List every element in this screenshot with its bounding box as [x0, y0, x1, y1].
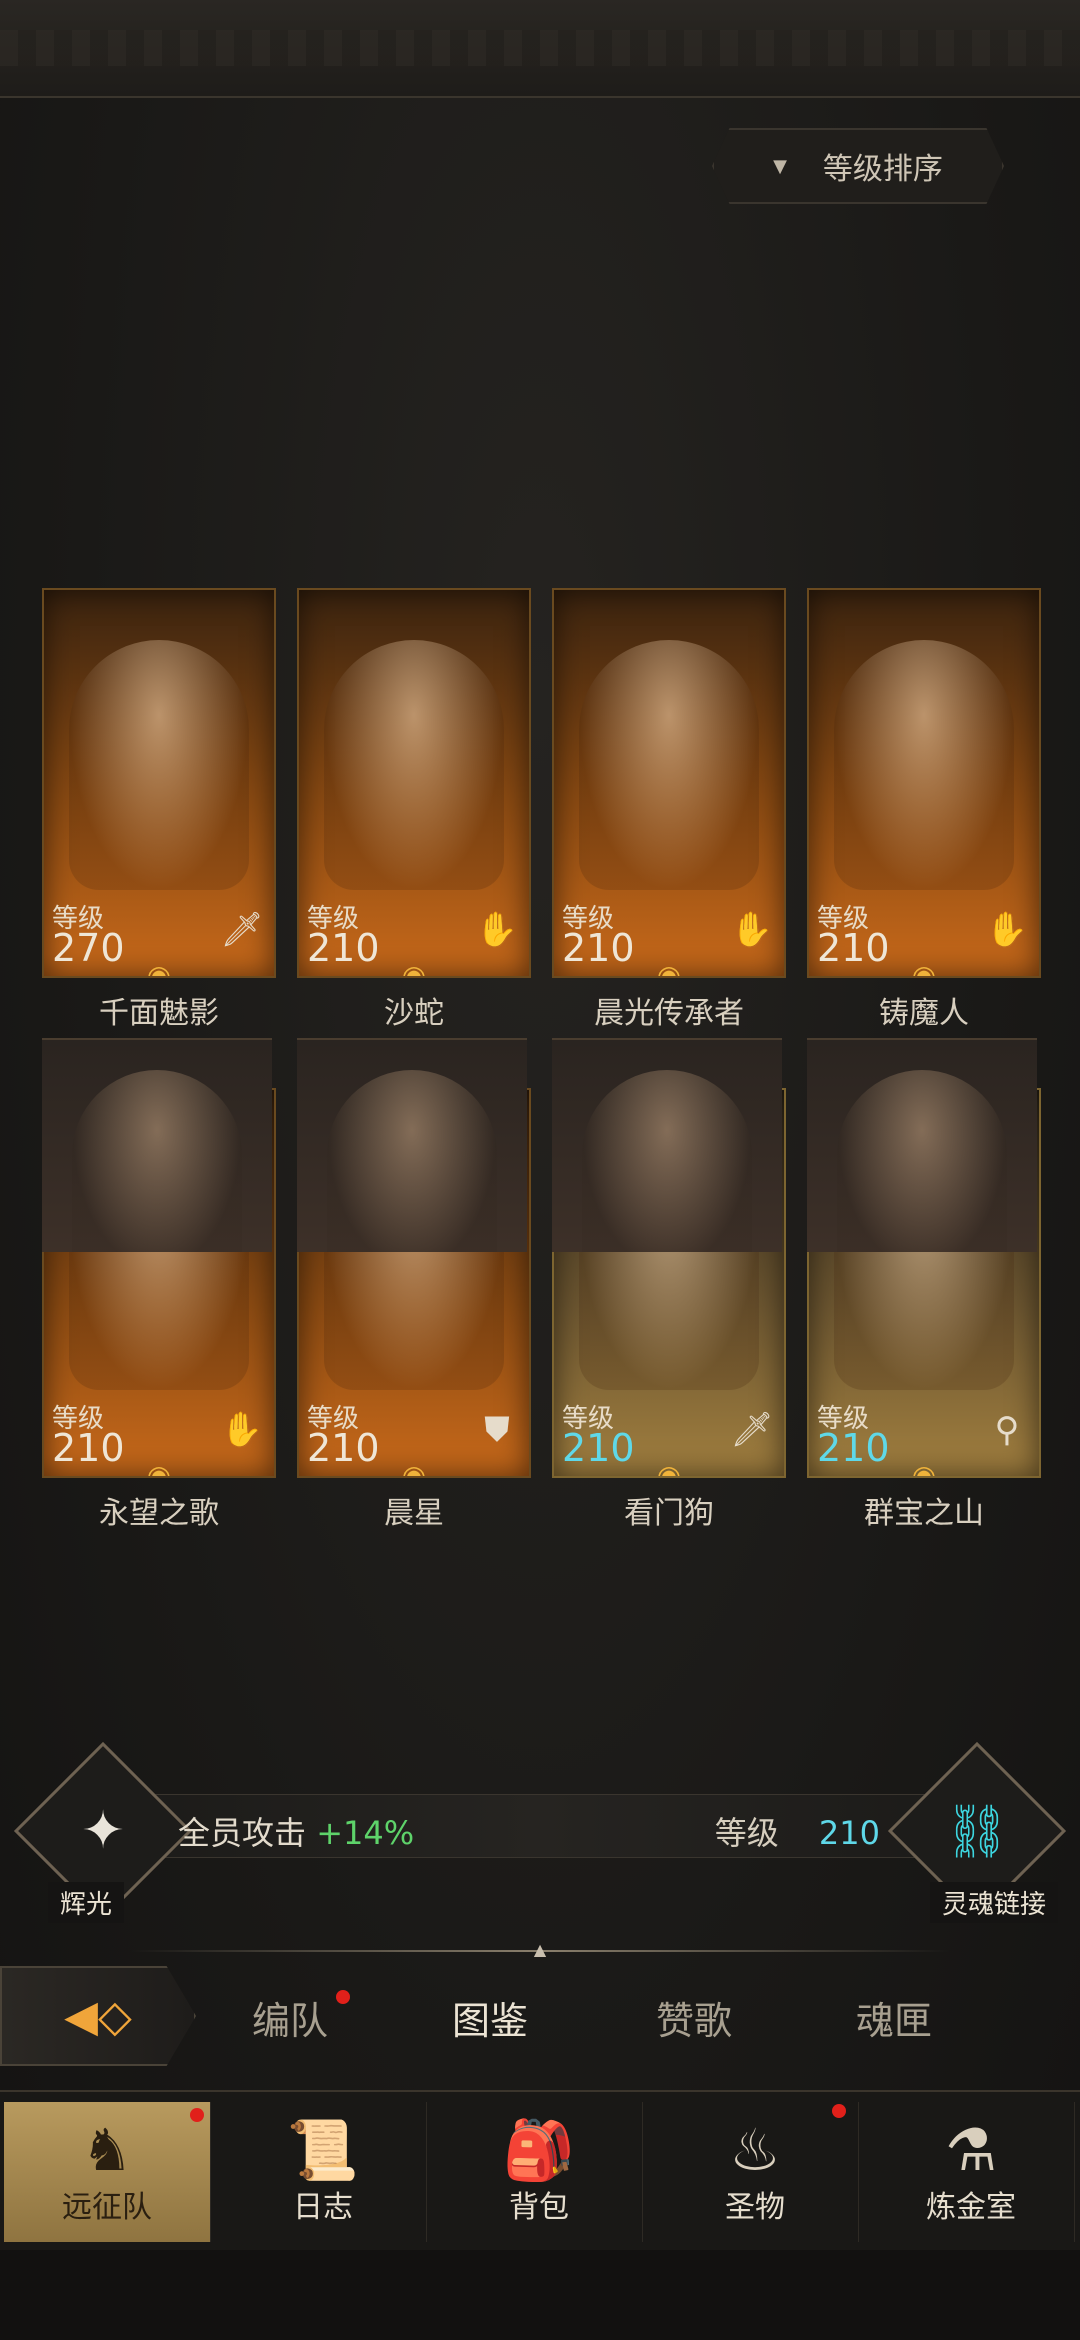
back-button[interactable]: ◀◇	[0, 1966, 196, 2066]
radiance-icon: ✦	[81, 1801, 125, 1861]
hero-name: 看门狗	[624, 1496, 714, 1531]
hero-portrait	[69, 640, 249, 890]
hero-card[interactable]: 等级 210 ✋ ◉ 铸魔人	[807, 588, 1041, 1032]
hero-card-partial[interactable]	[42, 1038, 272, 1252]
dropdown-arrow-icon: ▼	[773, 155, 787, 177]
hero-portrait	[327, 1070, 497, 1252]
hero-card[interactable]: 等级 210 ✋ ◉ 沙蛇	[297, 588, 531, 1032]
tab-codex[interactable]: 图鉴	[452, 1990, 528, 2045]
hero-name: 铸魔人	[879, 996, 969, 1031]
team-attack-value: +14%	[316, 1814, 415, 1852]
tab-bar: ◀◇ 编队 图鉴 赞歌 魂匣	[0, 1966, 1080, 2066]
hero-name: 永望之歌	[99, 1496, 219, 1531]
bottom-nav: ♞ 远征队 📜 日志 🎒 背包 ♨ 圣物 ⚗ 炼金室	[0, 2090, 1080, 2252]
hero-level-value: 210	[817, 926, 890, 970]
nav-label: 日志	[293, 2190, 353, 2225]
hero-portrait	[837, 1070, 1007, 1252]
hand-icon: ✋	[730, 910, 774, 950]
hero-level-value: 210	[307, 1426, 380, 1470]
nav-backpack[interactable]: 🎒 背包	[436, 2102, 643, 2242]
hero-frame: 等级 270 🗡 ◉	[42, 588, 276, 978]
torch-icon: ♨	[729, 2116, 781, 2184]
hero-frame: 等级 210 ✋ ◉	[297, 588, 531, 978]
alchemy-icon: ⚗	[945, 2116, 997, 2184]
nav-label: 炼金室	[926, 2190, 1016, 2225]
star-gem-icon: ◉	[656, 1459, 682, 1478]
hero-name: 群宝之山	[864, 1496, 984, 1531]
staff-icon: ⚲	[994, 1410, 1020, 1450]
hero-frame: 等级 210 ✋ ◉	[807, 588, 1041, 978]
hero-card[interactable]: 等级 210 ✋ ◉ 晨光传承者	[552, 588, 786, 1032]
soul-link-label: 灵魂链接	[929, 1882, 1058, 1923]
soul-link-level-value: 210	[818, 1814, 880, 1852]
sort-by-level-button[interactable]: ▼ 等级排序	[712, 128, 1004, 204]
star-gem-icon: ◉	[911, 1459, 937, 1478]
radiance-label: 辉光	[48, 1882, 125, 1923]
hero-level-value: 210	[562, 926, 635, 970]
divider-notch-icon: ▲	[533, 1940, 547, 1959]
bonus-stat-bar: ✦ 辉光 全员攻击 +14% 等级 210 ⛓ 灵魂链接	[0, 1741, 1080, 1923]
hero-card-partial[interactable]	[297, 1038, 527, 1252]
hero-level-value: 210	[817, 1426, 890, 1470]
hand-icon: ✋	[220, 1410, 264, 1450]
star-gem-icon: ◉	[656, 959, 682, 978]
nav-label: 远征队	[62, 2190, 152, 2225]
backpack-icon: 🎒	[502, 2116, 576, 2184]
nav-relics[interactable]: ♨ 圣物	[652, 2102, 859, 2242]
chain-link-icon: ⛓	[943, 1801, 1010, 1862]
hero-level-value: 210	[307, 926, 380, 970]
hero-name: 沙蛇	[384, 996, 444, 1031]
nav-label: 背包	[509, 2190, 569, 2225]
top-frame	[0, 0, 1080, 98]
team-attack-label: 全员攻击	[178, 1814, 307, 1852]
tab-soul-box[interactable]: 魂匣	[856, 1990, 932, 2045]
back-arrow-icon: ◀◇	[64, 1990, 132, 2042]
hero-level-value: 270	[52, 926, 125, 970]
star-gem-icon: ◉	[146, 959, 172, 978]
hand-icon: ✋	[985, 910, 1029, 950]
star-gem-icon: ◉	[401, 959, 427, 978]
hero-card[interactable]: 等级 270 🗡 ◉ 千面魅影	[42, 588, 276, 1032]
shield-icon: ⛊	[484, 1410, 510, 1450]
star-gem-icon: ◉	[146, 1459, 172, 1478]
formation-badge	[336, 1990, 350, 2004]
hero-level-value: 210	[52, 1426, 125, 1470]
hero-name: 千面魅影	[99, 996, 219, 1031]
hero-portrait	[579, 640, 759, 890]
hero-level-value: 210	[562, 1426, 635, 1470]
hero-name: 晨星	[384, 1496, 444, 1531]
system-bar	[0, 2250, 1080, 2340]
hero-portrait	[72, 1070, 242, 1252]
tab-hymn[interactable]: 赞歌	[656, 1990, 732, 2045]
sword-icon: 🗡	[730, 1410, 774, 1450]
nav-journal[interactable]: 📜 日志	[220, 2102, 427, 2242]
nav-label: 圣物	[725, 2190, 785, 2225]
sort-button-label: 等级排序	[822, 152, 943, 187]
star-gem-icon: ◉	[401, 1459, 427, 1478]
hero-name: 晨光传承者	[594, 996, 744, 1031]
soul-link-level: 等级 210	[715, 1808, 880, 1854]
star-gem-icon: ◉	[911, 959, 937, 978]
scroll-icon: 📜	[286, 2116, 360, 2184]
hero-frame: 等级 210 ✋ ◉	[552, 588, 786, 978]
hero-portrait	[582, 1070, 752, 1252]
hero-portrait	[834, 640, 1014, 890]
soul-link-level-label: 等级	[714, 1814, 779, 1852]
hero-portrait	[324, 640, 504, 890]
hero-card-partial[interactable]	[807, 1038, 1037, 1252]
expedition-badge	[190, 2108, 204, 2122]
nav-expedition[interactable]: ♞ 远征队	[4, 2102, 211, 2242]
viking-helmet-icon: ♞	[81, 2116, 133, 2184]
top-ornament	[0, 30, 1080, 66]
sword-icon: 🗡	[220, 910, 264, 950]
team-attack-stat: 全员攻击 +14%	[178, 1808, 414, 1854]
hero-card-partial[interactable]	[552, 1038, 782, 1252]
divider: ▲	[130, 1940, 950, 1959]
tab-formation[interactable]: 编队	[252, 1990, 328, 2045]
relics-badge	[832, 2104, 846, 2118]
hand-icon: ✋	[475, 910, 519, 950]
nav-alchemy[interactable]: ⚗ 炼金室	[868, 2102, 1075, 2242]
